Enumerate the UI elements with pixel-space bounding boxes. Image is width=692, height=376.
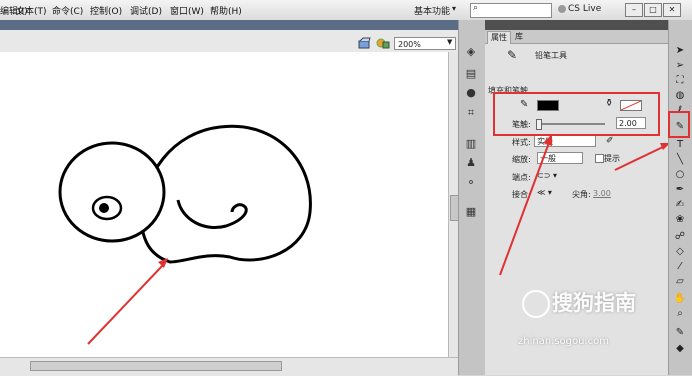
watermark-url: zhinan.sogou.com — [518, 336, 610, 347]
pencil-tool-icon: ✎ — [507, 48, 518, 62]
deco-tool-icon[interactable]: ❀ — [672, 213, 688, 227]
annotation-arrows — [499, 134, 670, 276]
eraser-tool-icon[interactable]: ▱ — [672, 275, 688, 289]
menu-text[interactable]: 文本(T) — [16, 4, 47, 17]
eyedropper-tool-icon[interactable]: ⁄ — [672, 260, 688, 274]
workspace-switcher[interactable]: 基本功能 — [414, 4, 450, 17]
rectangle-tool-icon[interactable]: ○ — [672, 168, 688, 182]
minimize-button[interactable]: – — [625, 3, 643, 17]
transform-panel-icon[interactable]: ⌗ — [463, 106, 479, 120]
selection-tool-icon[interactable]: ➤ — [672, 44, 688, 58]
horizontal-scroll-thumb[interactable] — [30, 361, 282, 371]
pupil — [99, 203, 109, 213]
menu-commands[interactable]: 命令(C) — [52, 4, 83, 17]
panel-header — [485, 20, 668, 30]
search-input[interactable] — [470, 3, 552, 18]
brush-tool-icon[interactable]: ✍ — [672, 198, 688, 212]
text-tool-icon[interactable]: T — [672, 138, 688, 152]
menu-window[interactable]: 窗口(W) — [170, 4, 204, 17]
current-tool-name: 铅笔工具 — [535, 51, 567, 60]
cs-live-icon — [558, 5, 566, 13]
menu-debug[interactable]: 调试(D) — [130, 4, 162, 17]
subselection-tool-icon[interactable]: ➢ — [672, 59, 688, 73]
tab-properties[interactable]: 属性 — [487, 31, 511, 44]
maximize-button[interactable]: □ — [644, 3, 662, 17]
annotation-arrow — [87, 263, 165, 345]
library-panel-icon[interactable]: ▥ — [463, 137, 479, 151]
chevron-down-icon[interactable]: ▾ — [452, 4, 456, 13]
stage-canvas[interactable] — [0, 52, 448, 357]
edit-scene-icon[interactable] — [358, 37, 372, 49]
close-button[interactable]: ✕ — [663, 3, 681, 17]
menu-help[interactable]: 帮助(H) — [210, 4, 242, 17]
zoom-tool-icon[interactable]: ⌕ — [672, 307, 688, 321]
document-tab-bar — [0, 20, 458, 30]
paint-bucket-tool-icon[interactable]: ◇ — [672, 245, 688, 259]
scene-panel-icon[interactable]: ▦ — [463, 205, 479, 219]
sogou-logo-icon — [522, 290, 550, 318]
body-outline — [140, 124, 312, 264]
cs-live-button[interactable]: CS Live — [568, 4, 601, 14]
chevron-down-icon[interactable]: ▼ — [447, 38, 452, 46]
tab-library[interactable]: 库 — [512, 31, 526, 43]
motion-presets-icon[interactable]: ⚬ — [463, 176, 479, 190]
curl-stroke — [176, 199, 248, 229]
edit-symbol-icon[interactable] — [376, 37, 390, 49]
head-outline — [58, 141, 166, 243]
hand-tool-icon[interactable]: ✋ — [672, 292, 688, 306]
stroke-color-tool-icon[interactable]: ✎ — [672, 326, 688, 340]
info-panel-icon[interactable]: ● — [463, 86, 479, 100]
watermark-text: 搜狗指南 — [552, 291, 636, 315]
tool-highlight-box — [668, 111, 690, 138]
color-panel-icon[interactable]: ◈ — [463, 45, 479, 59]
align-panel-icon[interactable]: ▤ — [463, 67, 479, 81]
drawing — [58, 124, 312, 345]
free-transform-tool-icon[interactable]: ⛶ — [672, 74, 688, 88]
fill-color-tool-icon[interactable]: ◆ — [672, 342, 688, 356]
3d-rotation-tool-icon[interactable]: ◍ — [672, 89, 688, 103]
search-icon: ⌕ — [473, 3, 479, 13]
pen-tool-icon[interactable]: ✒ — [672, 183, 688, 197]
bone-tool-icon[interactable]: ☍ — [672, 230, 688, 244]
components-panel-icon[interactable]: ♟ — [463, 156, 479, 170]
menu-control[interactable]: 控制(O) — [90, 4, 122, 17]
line-tool-icon[interactable]: ╲ — [672, 153, 688, 167]
